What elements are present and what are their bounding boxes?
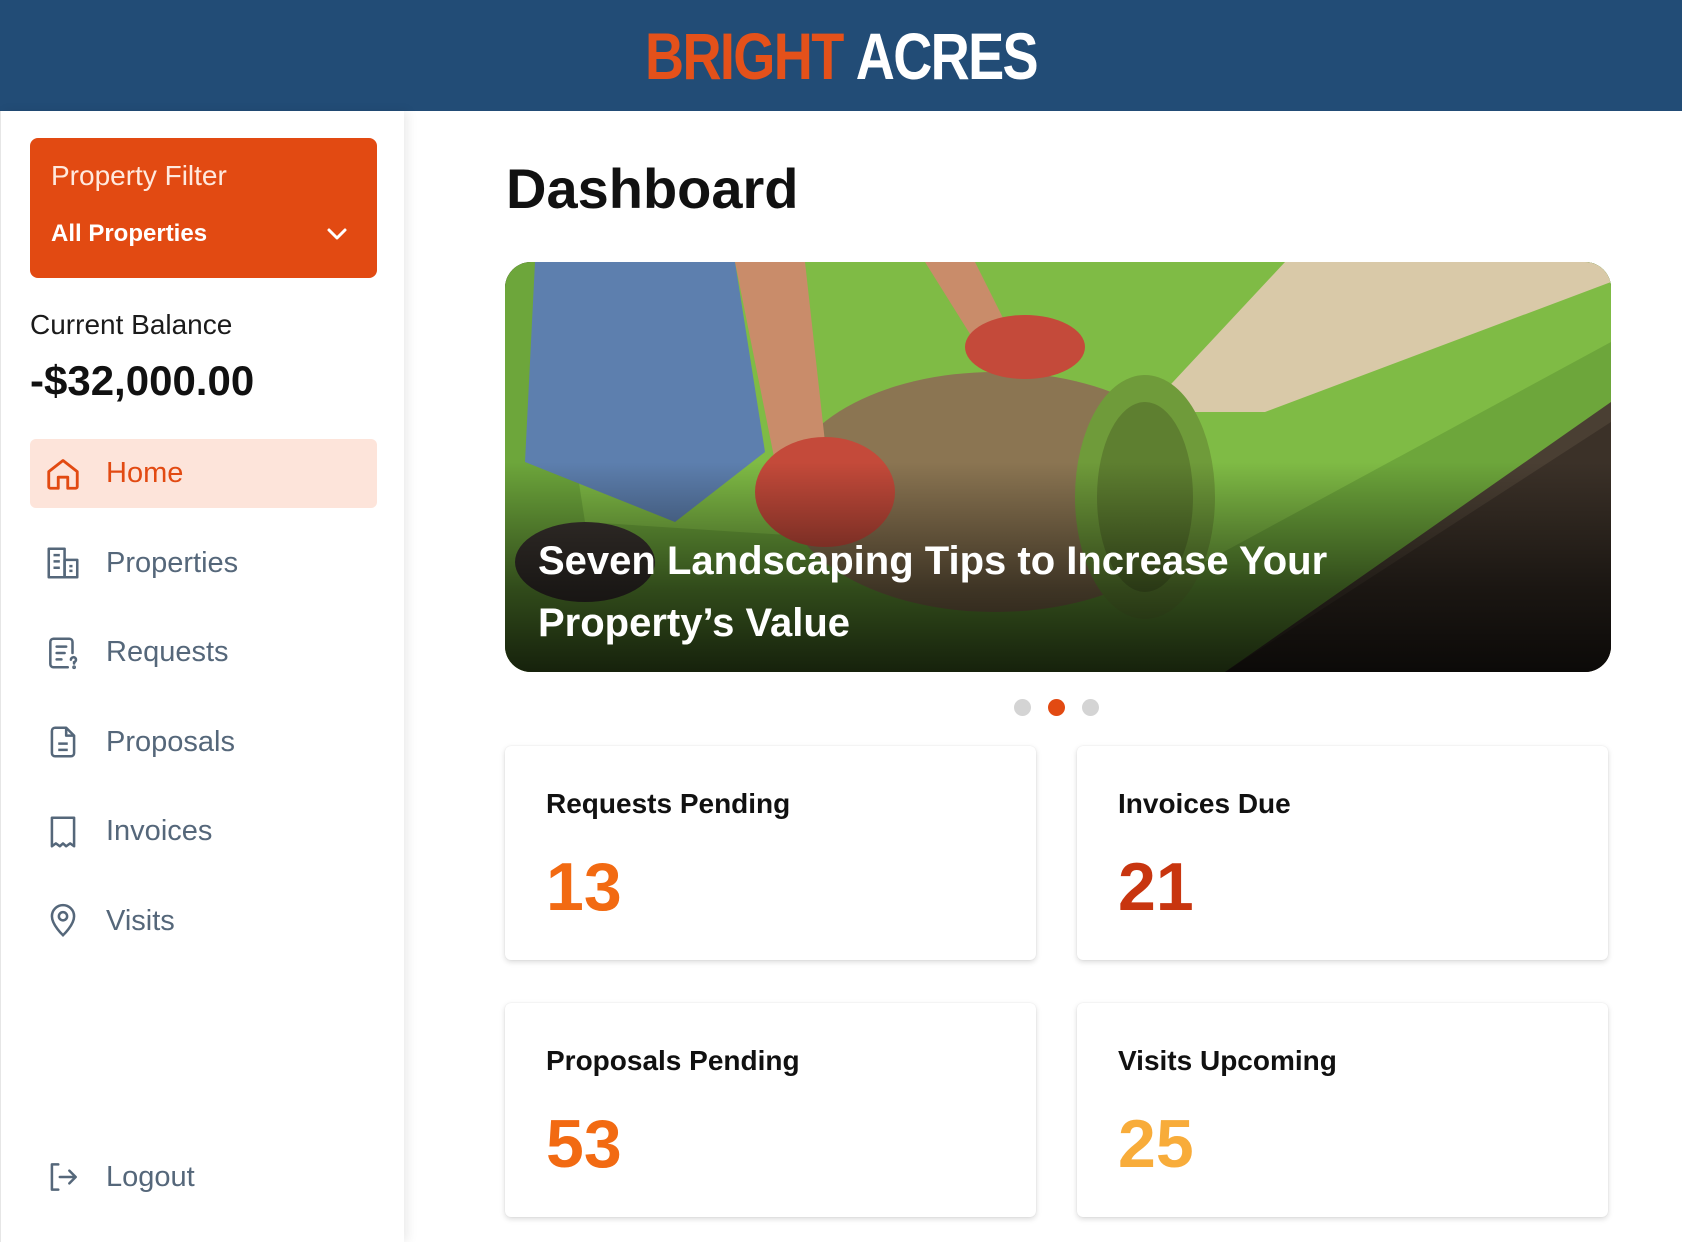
brand-word-bright: BRIGHT [645, 18, 844, 93]
hero-caption[interactable]: Seven Landscaping Tips to Increase Your … [538, 530, 1438, 654]
hero-caption-line-1: Seven Landscaping Tips to Increase Your [538, 539, 1328, 583]
carousel-dots [1014, 699, 1099, 716]
building-icon [44, 544, 82, 582]
sidebar-item-label: Home [106, 457, 184, 489]
property-filter-label: Property Filter [51, 160, 227, 191]
brand-word-acres: ACRES [855, 18, 1039, 93]
property-filter-dropdown[interactable]: Property Filter All Properties [30, 138, 377, 278]
map-pin-icon [44, 902, 82, 940]
home-icon [44, 455, 82, 493]
sidebar-item-invoices[interactable]: Invoices [30, 797, 377, 866]
carousel-dot[interactable] [1014, 699, 1031, 716]
stat-card-visits-upcoming[interactable]: Visits Upcoming 25 [1077, 1003, 1608, 1217]
stat-card-requests-pending[interactable]: Requests Pending 13 [505, 746, 1036, 960]
sidebar-item-label: Invoices [106, 815, 213, 847]
stat-card-invoices-due[interactable]: Invoices Due 21 [1077, 746, 1608, 960]
app: BRIGHT ACRES Property Filter All Propert… [0, 0, 1682, 1242]
stat-card-value: 13 [546, 849, 622, 925]
sidebar-item-requests[interactable]: Requests [30, 618, 377, 687]
carousel-dot[interactable] [1082, 699, 1099, 716]
current-balance-value: -$32,000.00 [30, 357, 255, 404]
sidebar-item-label: Requests [106, 636, 229, 668]
stat-card-title: Requests Pending [546, 788, 791, 819]
stat-card-proposals-pending[interactable]: Proposals Pending 53 [505, 1003, 1036, 1217]
document-icon [44, 723, 82, 761]
current-balance-label: Current Balance [30, 309, 233, 340]
page-title: Dashboard [506, 157, 799, 220]
sidebar-item-label: Properties [106, 546, 239, 579]
sidebar-nav: Home Properties Requests Proposals Invoi… [30, 439, 377, 976]
sidebar: Property Filter All Properties Current B… [0, 111, 404, 1242]
top-bar: BRIGHT ACRES [0, 0, 1682, 111]
stat-card-value: 53 [546, 1106, 622, 1182]
stat-card-title: Proposals Pending [546, 1045, 800, 1076]
brand-logo[interactable]: BRIGHT ACRES [645, 18, 1039, 94]
receipt-icon [44, 813, 82, 851]
logout-icon [44, 1158, 82, 1196]
stat-card-value: 25 [1118, 1106, 1194, 1182]
request-icon [44, 634, 82, 672]
sidebar-item-properties[interactable]: Properties [30, 529, 377, 598]
sidebar-item-visits[interactable]: Visits [30, 887, 377, 956]
logout-button[interactable]: Logout [30, 1147, 377, 1207]
logout-label: Logout [106, 1160, 195, 1193]
sidebar-item-proposals[interactable]: Proposals [30, 708, 377, 777]
chevron-down-icon [327, 228, 347, 240]
hero-carousel-slide[interactable]: Seven Landscaping Tips to Increase Your … [505, 262, 1611, 672]
property-filter-value: All Properties [51, 220, 208, 247]
sidebar-item-home[interactable]: Home [30, 439, 377, 508]
sidebar-item-label: Proposals [106, 725, 235, 758]
stat-card-title: Invoices Due [1118, 788, 1291, 819]
stat-card-value: 21 [1118, 849, 1194, 925]
stat-card-title: Visits Upcoming [1118, 1045, 1337, 1076]
carousel-dot-active[interactable] [1048, 699, 1065, 716]
sidebar-item-label: Visits [106, 904, 175, 937]
hero-caption-line-2: Property’s Value [538, 601, 850, 645]
